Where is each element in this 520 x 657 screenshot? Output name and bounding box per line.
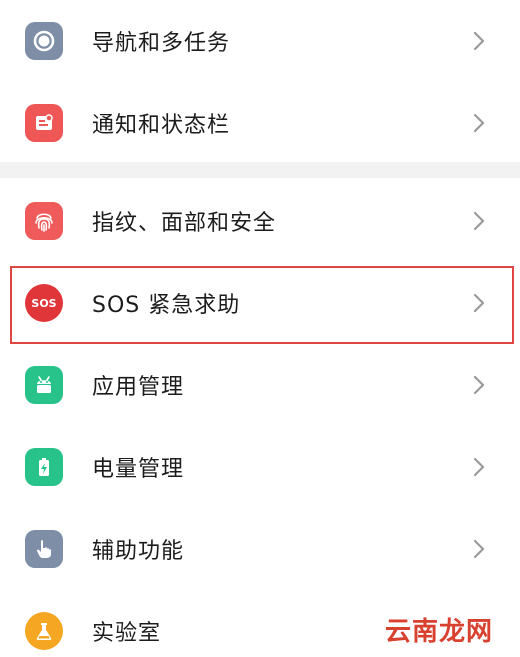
- settings-item-apps[interactable]: 应用管理: [0, 344, 520, 426]
- settings-item-label: 指纹、面部和安全: [92, 211, 277, 236]
- settings-item-label: 通知和状态栏: [92, 113, 231, 138]
- chevron-right-icon: [473, 457, 485, 477]
- settings-item-label: 辅助功能: [92, 539, 185, 564]
- chevron-right-icon: [473, 539, 485, 559]
- sos-icon-text: SOS: [31, 296, 57, 310]
- android-icon: [25, 366, 63, 404]
- settings-item-battery[interactable]: 电量管理: [0, 426, 520, 508]
- chevron-right-icon: [473, 375, 485, 395]
- chevron-right-icon: [473, 31, 485, 51]
- section-divider: [0, 162, 520, 178]
- settings-item-security[interactable]: 指纹、面部和安全: [0, 180, 520, 262]
- chevron-right-icon: [473, 113, 485, 133]
- settings-item-label: 应用管理: [92, 375, 185, 400]
- chevron-right-icon: [473, 293, 485, 313]
- settings-page: 导航和多任务 通知和状态栏 指纹、面部和安全 SOS SOS 紧急求助 应用管理…: [0, 0, 520, 657]
- chevron-right-icon: [473, 211, 485, 231]
- settings-item-label: 导航和多任务: [92, 31, 231, 56]
- settings-item-label: SOS 紧急求助: [92, 293, 241, 318]
- navigation-icon: [25, 22, 63, 60]
- notification-icon: [25, 104, 63, 142]
- settings-item-label: 实验室: [92, 621, 162, 646]
- battery-icon: [25, 448, 63, 486]
- settings-item-notifications[interactable]: 通知和状态栏: [0, 82, 520, 164]
- fingerprint-icon: [25, 202, 63, 240]
- hand-icon: [25, 530, 63, 568]
- settings-item-accessibility[interactable]: 辅助功能: [0, 508, 520, 590]
- settings-item-navigation[interactable]: 导航和多任务: [0, 0, 520, 82]
- lab-flask-icon: [25, 612, 63, 650]
- watermark: 云南龙网: [383, 611, 495, 647]
- settings-item-sos[interactable]: SOS SOS 紧急求助: [0, 262, 520, 344]
- sos-icon: SOS: [25, 284, 63, 322]
- settings-item-label: 电量管理: [92, 457, 185, 482]
